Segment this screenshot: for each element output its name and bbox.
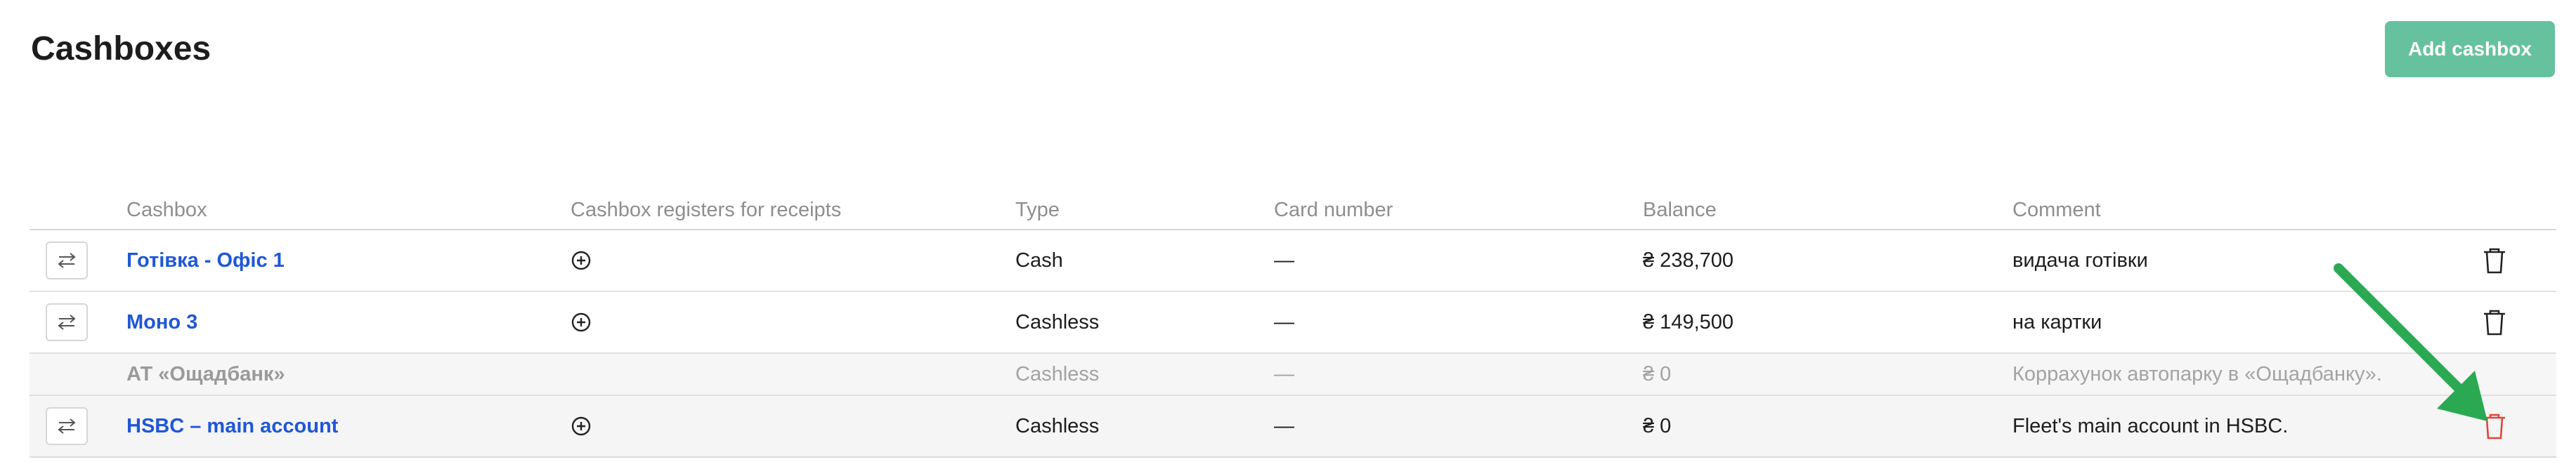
card-number: — [1274, 362, 1294, 385]
cashbox-type: Cashless [1015, 362, 1100, 385]
transfer-arrows-icon [58, 418, 76, 434]
cashbox-type: Cashless [1015, 310, 1100, 333]
plus-circle-icon[interactable] [571, 250, 592, 271]
table-header-row: Cashbox Cashbox registers for receipts T… [30, 184, 2556, 230]
cashbox-name-link[interactable]: HSBC – main account [126, 415, 338, 438]
transfer-arrows-icon [58, 253, 76, 268]
comment: на картки [2012, 310, 2102, 333]
cashbox-type: Cash [1015, 249, 1063, 272]
transfer-button[interactable] [46, 303, 88, 341]
trash-icon-danger[interactable] [2482, 412, 2507, 440]
table-row: HSBC – main account Cashless — ₴ 0 Fleet… [30, 396, 2556, 458]
comment: видача готівки [2012, 249, 2148, 272]
cashbox-name: АТ «Ощадбанк» [126, 362, 285, 385]
header-cashbox: Cashbox [126, 199, 207, 221]
header-type: Type [1015, 199, 1060, 221]
transfer-button[interactable] [46, 242, 88, 279]
cashbox-name-link[interactable]: Моно 3 [126, 311, 197, 334]
transfer-arrows-icon [58, 315, 76, 330]
cashboxes-table: Cashbox Cashbox registers for receipts T… [30, 184, 2556, 458]
cashbox-type: Cashless [1015, 414, 1100, 437]
cashbox-name-link[interactable]: Готівка - Офіс 1 [126, 249, 285, 272]
plus-circle-icon[interactable] [571, 416, 592, 437]
balance: ₴ 0 [1643, 362, 1672, 385]
plus-circle-icon[interactable] [571, 312, 592, 333]
header-comment: Comment [2012, 199, 2101, 221]
card-number: — [1274, 310, 1294, 333]
add-cashbox-button[interactable]: Add cashbox [2385, 21, 2555, 77]
transfer-button[interactable] [46, 407, 88, 445]
balance: ₴ 149,500 [1643, 310, 1734, 333]
header-balance: Balance [1643, 199, 1717, 221]
table-row-inactive: АТ «Ощадбанк» Cashless — ₴ 0 Коррахунок … [30, 354, 2556, 396]
card-number: — [1274, 249, 1294, 272]
header-card-number: Card number [1274, 199, 1393, 221]
page-title: Cashboxes [31, 30, 212, 67]
table-row: Готівка - Офіс 1 Cash — ₴ 238,700 видача… [30, 230, 2556, 292]
trash-icon[interactable] [2482, 246, 2507, 275]
balance: ₴ 238,700 [1643, 249, 1734, 272]
header-registers: Cashbox registers for receipts [571, 199, 842, 221]
comment: Fleet's main account in HSBC. [2012, 414, 2289, 437]
trash-icon[interactable] [2482, 308, 2507, 336]
table-row: Моно 3 Cashless — ₴ 149,500 на картки [30, 292, 2556, 354]
balance: ₴ 0 [1643, 414, 1672, 437]
comment: Коррахунок автопарку в «Ощадбанку». [2012, 362, 2382, 385]
card-number: — [1274, 414, 1294, 437]
